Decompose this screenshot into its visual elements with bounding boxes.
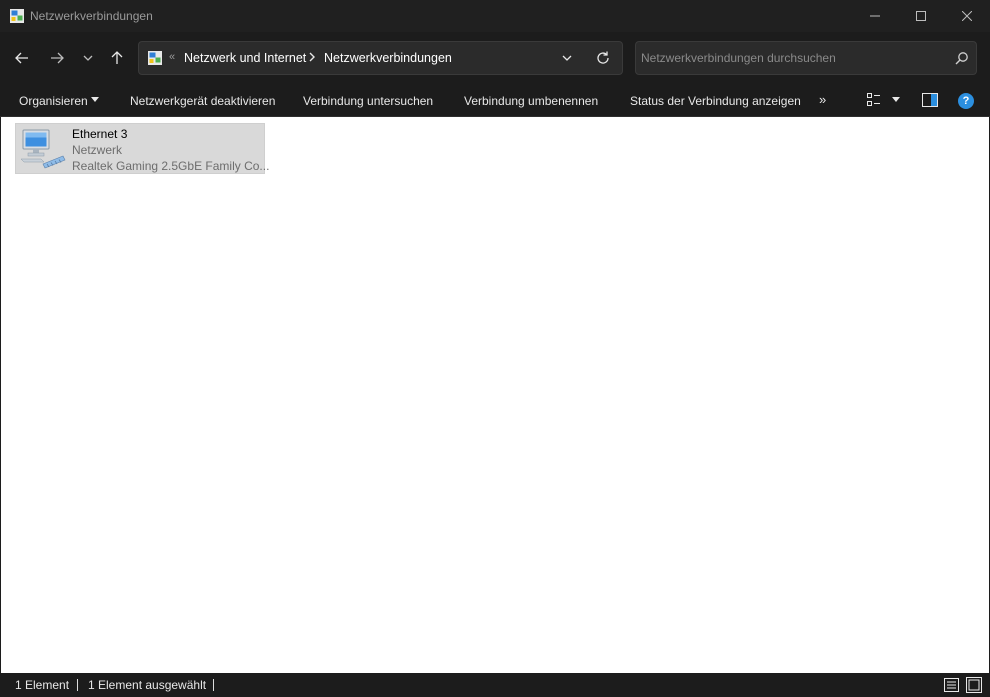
caret-down-icon[interactable]: [91, 97, 99, 103]
ethernet-adapter-icon: [20, 129, 66, 169]
caret-down-icon[interactable]: [892, 97, 900, 103]
command-bar: Organisieren Netzwerkgerät deaktivieren …: [0, 84, 990, 117]
up-arrow-icon: [111, 51, 123, 64]
status-divider: [213, 679, 214, 691]
back-button[interactable]: [8, 44, 36, 72]
connection-device: Realtek Gaming 2.5GbE Family Co...: [72, 159, 270, 173]
back-arrow-icon: [15, 52, 28, 64]
breadcrumb-network-and-internet[interactable]: Netzwerk und Internet: [184, 51, 306, 65]
network-connections-folder-icon: [148, 51, 162, 65]
status-bar: 1 Element 1 Element ausgewählt: [0, 673, 990, 697]
minimize-button[interactable]: [852, 0, 898, 32]
disable-device-button[interactable]: Netzwerkgerät deaktivieren: [130, 94, 275, 108]
change-view-icon[interactable]: [867, 93, 881, 107]
search-icon[interactable]: [955, 51, 969, 65]
help-icon[interactable]: ?: [958, 93, 974, 109]
connections-list[interactable]: Ethernet 3 Netzwerk Realtek Gaming 2.5Gb…: [1, 117, 989, 673]
address-bar[interactable]: « Netzwerk und Internet Netzwerkverbindu…: [138, 41, 623, 75]
diagnose-connection-button[interactable]: Verbindung untersuchen: [303, 94, 433, 108]
close-button[interactable]: [944, 0, 990, 32]
selection-count: 1 Element ausgewählt: [88, 678, 207, 692]
rename-connection-button[interactable]: Verbindung umbenennen: [464, 94, 598, 108]
preview-pane-icon[interactable]: [922, 93, 938, 107]
item-count: 1 Element: [15, 678, 70, 692]
up-button[interactable]: [103, 44, 131, 72]
search-input[interactable]: [641, 48, 941, 68]
title-bar: Netzwerkverbindungen: [0, 0, 990, 32]
view-status-button[interactable]: Status der Verbindung anzeigen: [630, 94, 801, 108]
connection-name: Ethernet 3: [72, 127, 128, 141]
minimize-icon: [870, 15, 880, 17]
refresh-icon[interactable]: [595, 50, 611, 66]
chevron-right-icon[interactable]: [308, 52, 316, 62]
forward-arrow-icon: [51, 52, 64, 64]
close-icon: [962, 11, 972, 21]
network-connections-app-icon: [10, 9, 24, 23]
address-history-chevron-icon[interactable]: [559, 50, 575, 66]
window-title: Netzwerkverbindungen: [30, 9, 153, 23]
organize-button[interactable]: Organisieren: [19, 94, 88, 108]
breadcrumb-overflow-button[interactable]: «: [169, 51, 175, 63]
status-divider: [77, 679, 78, 691]
maximize-button[interactable]: [898, 0, 944, 32]
more-commands-button[interactable]: »: [819, 92, 826, 107]
details-view-icon[interactable]: [944, 678, 959, 692]
large-icons-view-icon[interactable]: [966, 677, 982, 693]
chevron-down-icon: [83, 55, 93, 61]
forward-button[interactable]: [43, 44, 71, 72]
recent-locations-button[interactable]: [74, 44, 102, 72]
navigation-bar: « Netzwerk und Internet Netzwerkverbindu…: [0, 32, 990, 84]
maximize-icon: [916, 11, 926, 21]
connection-item-ethernet-3[interactable]: Ethernet 3 Netzwerk Realtek Gaming 2.5Gb…: [15, 123, 269, 174]
breadcrumb-network-connections[interactable]: Netzwerkverbindungen: [324, 51, 452, 65]
connection-status: Netzwerk: [72, 143, 123, 157]
search-box[interactable]: [635, 41, 977, 75]
